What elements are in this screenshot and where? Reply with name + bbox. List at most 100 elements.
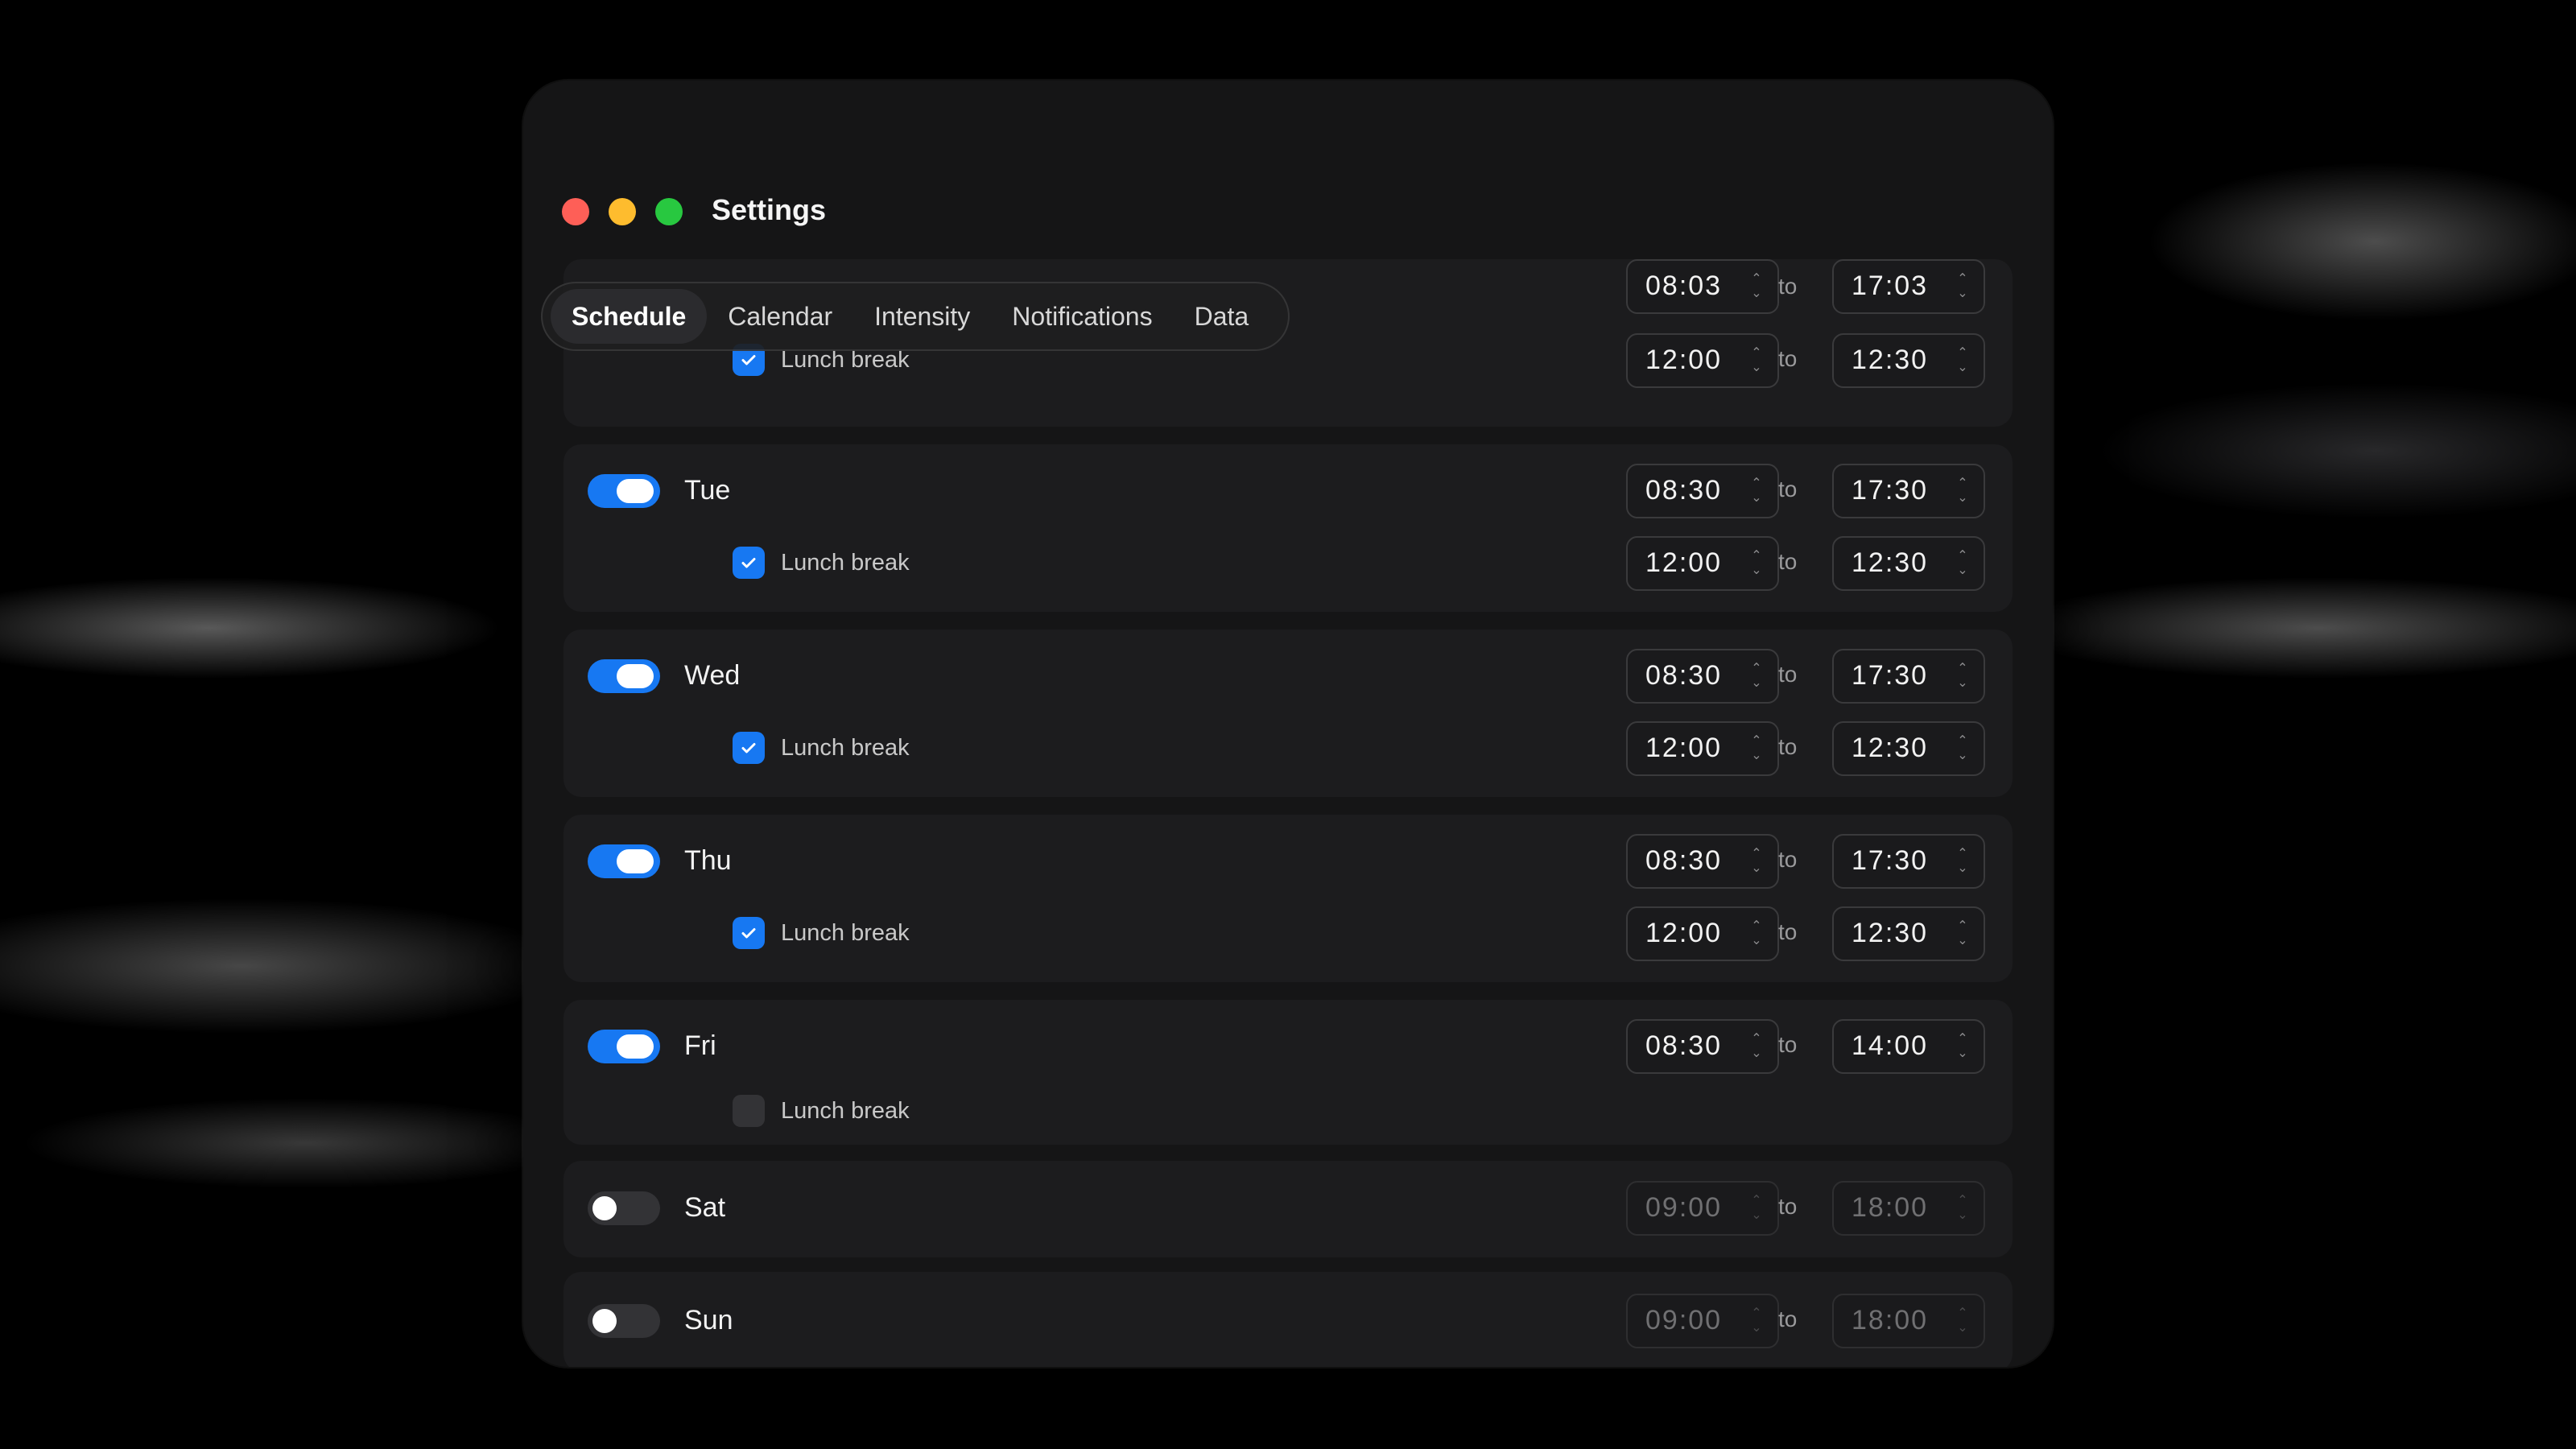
stepper-icon[interactable]: ⌃ ⌄ <box>1953 847 1972 877</box>
time-value: 17:30 <box>1852 845 1929 876</box>
to-label: to <box>1778 477 1798 502</box>
time-field-end[interactable]: 17:03 ⌃ ⌄ <box>1832 259 1985 314</box>
time-field-start[interactable]: 08:30 ⌃ ⌄ <box>1626 464 1779 518</box>
time-field-start[interactable]: 08:30 ⌃ ⌄ <box>1626 649 1779 704</box>
lunch-break-checkbox[interactable] <box>733 917 765 949</box>
stepper-icon[interactable]: ⌃ ⌄ <box>1747 734 1766 765</box>
tab-schedule[interactable]: Schedule <box>551 289 708 344</box>
zoom-window-button[interactable] <box>655 198 683 225</box>
stepper-icon[interactable]: ⌃ ⌄ <box>1747 477 1766 507</box>
time-field-end[interactable]: 17:30 ⌃ ⌄ <box>1832 834 1985 889</box>
time-field-lunch-start[interactable]: 12:00 ⌃ ⌄ <box>1626 333 1779 388</box>
stepper-icon[interactable]: ⌃ ⌄ <box>1747 919 1766 950</box>
stepper-icon[interactable]: ⌃ ⌄ <box>1747 272 1766 303</box>
time-field-start[interactable]: 08:30 ⌃ ⌄ <box>1626 834 1779 889</box>
stepper-icon[interactable]: ⌃ ⌄ <box>1953 272 1972 303</box>
time-field-start[interactable]: 08:30 ⌃ ⌄ <box>1626 1019 1779 1074</box>
time-field-lunch-end[interactable]: 12:30 ⌃ ⌄ <box>1832 906 1985 961</box>
time-field-start[interactable]: 09:00 ⌃ ⌄ <box>1626 1294 1779 1348</box>
minimize-window-button[interactable] <box>609 198 636 225</box>
day-card-fri: Fri 08:30 ⌃ ⌄ to 14:00 ⌃ ⌄ Lunch break <box>564 1000 2013 1145</box>
day-label: Fri <box>684 1030 716 1061</box>
time-field-end[interactable]: 17:30 ⌃ ⌄ <box>1832 464 1985 518</box>
stepper-icon[interactable]: ⌃ ⌄ <box>1953 919 1972 950</box>
to-label: to <box>1778 549 1798 574</box>
time-value: 18:00 <box>1852 1305 1929 1335</box>
day-toggle[interactable] <box>588 1030 660 1063</box>
toggle-knob <box>592 1196 617 1220</box>
time-value: 14:00 <box>1852 1030 1929 1061</box>
toggle-knob <box>617 1034 654 1059</box>
stepper-icon[interactable]: ⌃ ⌄ <box>1747 847 1766 877</box>
lunch-break-checkbox[interactable] <box>733 732 765 764</box>
time-field-lunch-start[interactable]: 12:00 ⌃ ⌄ <box>1626 536 1779 591</box>
tab-calendar[interactable]: Calendar <box>707 289 853 344</box>
stepper-icon[interactable]: ⌃ ⌄ <box>1953 346 1972 377</box>
time-field-start[interactable]: 09:00 ⌃ ⌄ <box>1626 1181 1779 1236</box>
time-value: 08:30 <box>1645 475 1723 506</box>
day-card-thu: Thu 08:30 ⌃ ⌄ to 17:30 ⌃ ⌄ Lunch break 12:00 ⌃ ⌄ to 1… <box>564 815 2013 982</box>
to-label: to <box>1778 662 1798 687</box>
stepper-icon[interactable]: ⌃ ⌄ <box>1747 346 1766 377</box>
checkmark-icon <box>741 743 756 753</box>
stepper-icon[interactable]: ⌃ ⌄ <box>1747 1307 1766 1337</box>
day-card-sun: Sun 09:00 ⌃ ⌄ to 18:00 ⌃ ⌄ <box>564 1272 2013 1367</box>
time-value: 17:30 <box>1852 660 1929 691</box>
time-field-end[interactable]: 17:30 ⌃ ⌄ <box>1832 649 1985 704</box>
time-value: 09:00 <box>1645 1305 1723 1335</box>
time-value: 08:03 <box>1645 270 1723 301</box>
time-field-end[interactable]: 18:00 ⌃ ⌄ <box>1832 1294 1985 1348</box>
stepper-icon[interactable]: ⌃ ⌄ <box>1953 549 1972 580</box>
toggle-knob <box>617 479 654 503</box>
stepper-icon[interactable]: ⌃ ⌄ <box>1953 477 1972 507</box>
time-value: 17:03 <box>1852 270 1929 301</box>
close-window-button[interactable] <box>562 198 589 225</box>
toggle-knob <box>617 664 654 688</box>
time-field-lunch-end[interactable]: 12:30 ⌃ ⌄ <box>1832 536 1985 591</box>
tab-bar: Schedule Calendar Intensity Notification… <box>541 282 1290 351</box>
stepper-icon[interactable]: ⌃ ⌄ <box>1953 1032 1972 1063</box>
day-label: Wed <box>684 660 741 691</box>
checkmark-icon <box>741 928 756 939</box>
stepper-icon[interactable]: ⌃ ⌄ <box>1747 662 1766 692</box>
day-toggle[interactable] <box>588 1304 660 1338</box>
stepper-icon[interactable]: ⌃ ⌄ <box>1747 1032 1766 1063</box>
day-label: Sat <box>684 1192 726 1223</box>
toggle-knob <box>617 849 654 873</box>
time-value: 17:30 <box>1852 475 1929 506</box>
time-field-end[interactable]: 14:00 ⌃ ⌄ <box>1832 1019 1985 1074</box>
lunch-break-checkbox[interactable] <box>733 547 765 579</box>
stepper-icon[interactable]: ⌃ ⌄ <box>1747 549 1766 580</box>
time-field-end[interactable]: 18:00 ⌃ ⌄ <box>1832 1181 1985 1236</box>
lunch-break-label: Lunch break <box>781 735 910 761</box>
time-field-start[interactable]: 08:03 ⌃ ⌄ <box>1626 259 1779 314</box>
time-value: 12:30 <box>1852 547 1929 578</box>
tab-intensity[interactable]: Intensity <box>853 289 991 344</box>
checkmark-icon <box>741 355 756 365</box>
day-card-sat: Sat 09:00 ⌃ ⌄ to 18:00 ⌃ ⌄ <box>564 1161 2013 1257</box>
stepper-icon[interactable]: ⌃ ⌄ <box>1953 734 1972 765</box>
time-field-lunch-start[interactable]: 12:00 ⌃ ⌄ <box>1626 906 1779 961</box>
day-toggle[interactable] <box>588 1191 660 1225</box>
time-field-lunch-end[interactable]: 12:30 ⌃ ⌄ <box>1832 721 1985 776</box>
stepper-icon[interactable]: ⌃ ⌄ <box>1953 1307 1972 1337</box>
tab-notifications[interactable]: Notifications <box>991 289 1173 344</box>
lunch-break-checkbox[interactable] <box>733 1095 765 1127</box>
day-toggle[interactable] <box>588 659 660 693</box>
time-value: 12:00 <box>1645 345 1723 375</box>
time-value: 12:30 <box>1852 918 1929 948</box>
stepper-icon[interactable]: ⌃ ⌄ <box>1953 662 1972 692</box>
time-value: 12:30 <box>1852 345 1929 375</box>
day-label: Thu <box>684 845 732 876</box>
day-toggle[interactable] <box>588 474 660 508</box>
day-toggle[interactable] <box>588 844 660 878</box>
time-value: 12:00 <box>1645 733 1723 763</box>
time-field-lunch-start[interactable]: 12:00 ⌃ ⌄ <box>1626 721 1779 776</box>
time-value: 08:30 <box>1645 845 1723 876</box>
tab-data[interactable]: Data <box>1174 289 1270 344</box>
to-label: to <box>1778 847 1798 872</box>
stepper-icon[interactable]: ⌃ ⌄ <box>1747 1194 1766 1224</box>
to-label: to <box>1778 919 1798 944</box>
time-field-lunch-end[interactable]: 12:30 ⌃ ⌄ <box>1832 333 1985 388</box>
stepper-icon[interactable]: ⌃ ⌄ <box>1953 1194 1972 1224</box>
